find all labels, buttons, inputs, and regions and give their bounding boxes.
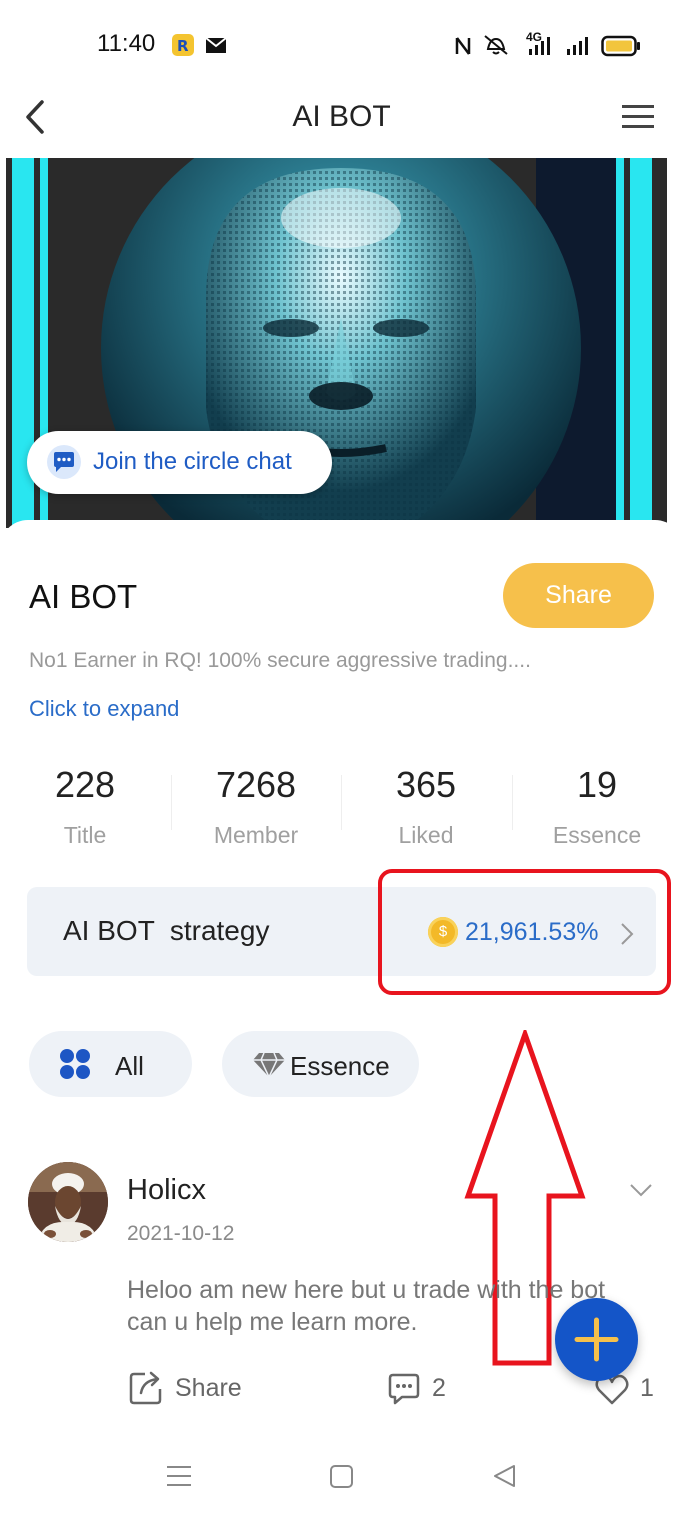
filter-all-label: All [115, 1051, 144, 1081]
back-triangle-icon [494, 1465, 515, 1487]
plus-icon [574, 1317, 619, 1362]
circle-description: No1 Earner in RQ! 100% secure aggressive… [29, 649, 531, 672]
battery-icon [601, 35, 641, 62]
mute-icon [482, 33, 510, 62]
avatar[interactable] [28, 1162, 108, 1242]
stat-label: Member [213, 822, 299, 848]
menu-lines-icon [167, 1466, 191, 1486]
stat-essence[interactable]: 19 Essence [512, 764, 682, 849]
circle-name: AI BOT [29, 578, 138, 615]
chat-bubble-icon [47, 445, 81, 479]
filter-essence-label: Essence [290, 1051, 390, 1081]
stat-value: 365 [395, 764, 457, 805]
comment-count: 2 [432, 1374, 446, 1402]
diamond-icon [252, 1052, 286, 1083]
system-back-button[interactable] [492, 1462, 518, 1495]
join-circle-chat-button[interactable]: Join the circle chat [27, 431, 332, 494]
create-post-fab[interactable] [555, 1298, 638, 1381]
signal-icon [527, 36, 553, 61]
post-author[interactable]: Holicx [127, 1174, 206, 1207]
annotation-highlight-box [378, 869, 671, 995]
share-label: Share [175, 1374, 242, 1402]
stat-title[interactable]: 228 Title [0, 764, 170, 849]
grid-icon [59, 1048, 91, 1085]
mail-icon [205, 37, 227, 59]
stat-value: 19 [576, 764, 618, 805]
menu-button[interactable] [620, 100, 660, 136]
svg-text:R: R [177, 37, 189, 55]
strategy-label: AI BOT strategy [63, 915, 270, 946]
stat-label: Title [63, 822, 107, 848]
like-count: 1 [640, 1374, 654, 1402]
hamburger-menu-icon [622, 105, 654, 128]
share-button[interactable]: Share [503, 563, 654, 628]
stat-value: 228 [54, 764, 116, 805]
stat-label: Liked [398, 822, 454, 848]
chevron-down-icon[interactable] [628, 1182, 654, 1203]
home-square-icon [330, 1465, 353, 1488]
join-chat-label: Join the circle chat [93, 448, 292, 475]
stat-liked[interactable]: 365 Liked [341, 764, 511, 849]
signal-icon-2 [565, 36, 591, 61]
expand-description-link[interactable]: Click to expand [29, 696, 179, 722]
nfc-icon [454, 35, 472, 62]
stat-label: Essence [552, 822, 642, 848]
comment-icon [386, 1372, 422, 1411]
system-home-button[interactable] [329, 1462, 355, 1495]
stat-value: 7268 [215, 764, 297, 805]
app-r-icon: R [172, 34, 194, 56]
filter-essence-chip[interactable]: Essence [222, 1031, 419, 1097]
system-menu-button[interactable] [166, 1462, 192, 1495]
page-title: AI BOT [292, 100, 391, 133]
share-icon [128, 1370, 164, 1411]
status-time: 11:40 [97, 30, 156, 57]
post-date: 2021-10-12 [127, 1222, 235, 1245]
stat-member[interactable]: 7268 Member [171, 764, 341, 849]
status-bar: 11:40 R 4G [0, 0, 683, 90]
filter-all-chip[interactable]: All [29, 1031, 192, 1097]
